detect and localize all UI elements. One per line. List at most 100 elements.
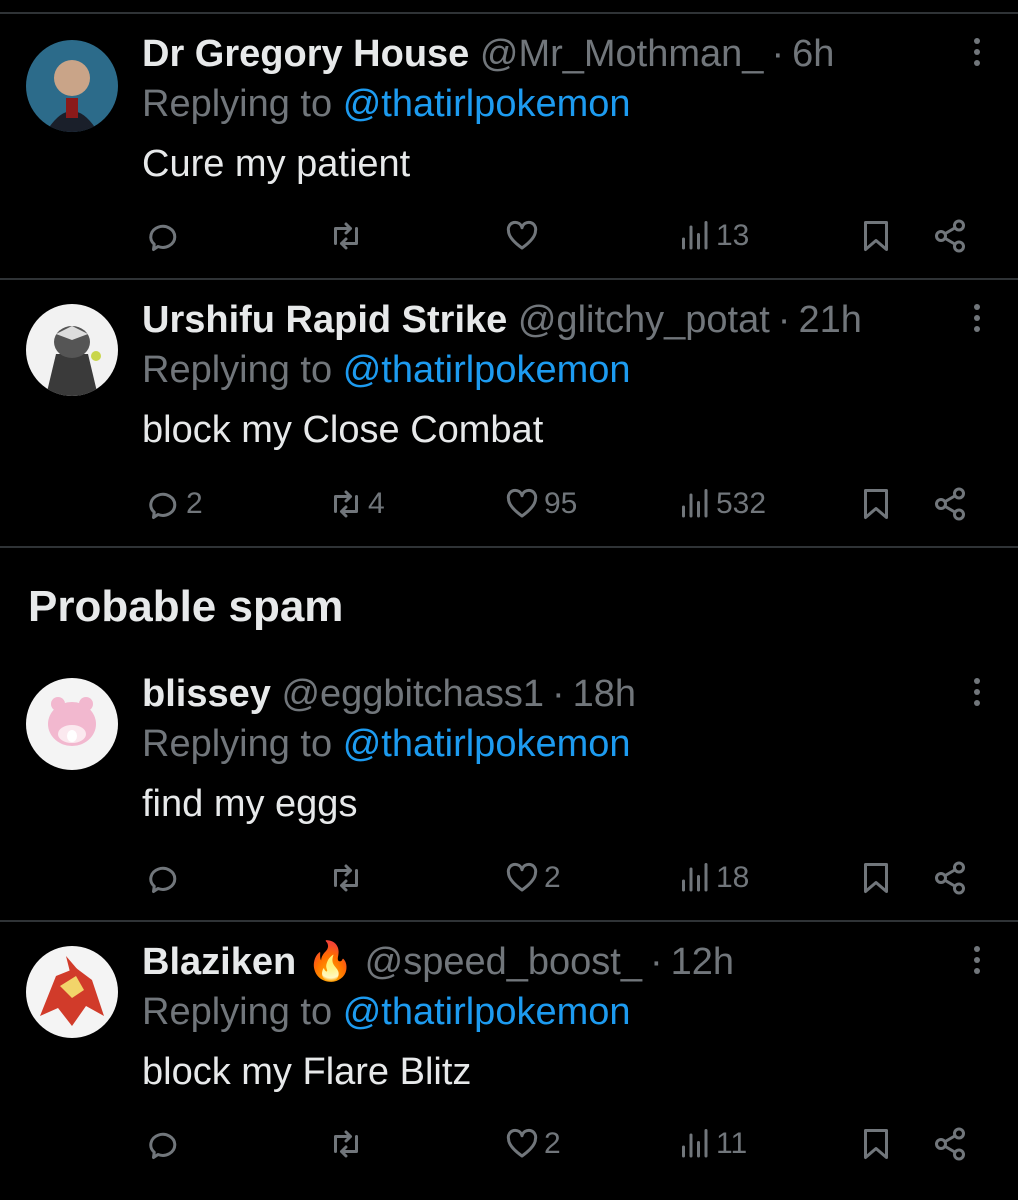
timestamp[interactable]: 18h xyxy=(573,673,636,715)
bookmark-button[interactable] xyxy=(858,1122,894,1166)
views-count: 11 xyxy=(716,1127,748,1160)
like-button[interactable]: 2 xyxy=(504,1122,561,1166)
share-button[interactable] xyxy=(932,1122,968,1166)
replying-label: Replying to xyxy=(142,83,333,125)
tweet-text: block my Close Combat xyxy=(142,409,544,451)
bookmark-icon xyxy=(864,863,888,893)
separator: · xyxy=(771,33,785,75)
top-divider xyxy=(0,12,1018,14)
reply-count: 2 xyxy=(186,487,203,520)
like-icon xyxy=(506,488,538,518)
reply-button[interactable] xyxy=(146,214,186,258)
replying-to: Replying to @thatirlpokemon xyxy=(142,988,631,1036)
share-icon xyxy=(935,861,965,895)
reply-icon xyxy=(149,1132,177,1159)
user-handle[interactable]: @glitchy_potat xyxy=(518,299,770,341)
replying-to: Replying to @thatirlpokemon xyxy=(142,80,631,128)
tweet-header: blissey @eggbitchass1 · 18h xyxy=(142,670,636,718)
retweet-button[interactable]: 4 xyxy=(328,482,385,526)
tweet-header: Urshifu Rapid Strike @glitchy_potat · 21h xyxy=(142,296,862,344)
bookmark-icon xyxy=(864,1129,888,1159)
retweet-icon xyxy=(334,1130,358,1158)
share-icon xyxy=(935,487,965,521)
user-handle[interactable]: @eggbitchass1 xyxy=(281,673,544,715)
views-count: 13 xyxy=(716,219,750,252)
avatar[interactable] xyxy=(26,40,118,132)
share-button[interactable] xyxy=(932,482,968,526)
retweet-button[interactable] xyxy=(328,856,368,900)
tweet-divider xyxy=(0,920,1018,922)
views-button[interactable]: 18 xyxy=(676,856,749,900)
views-icon xyxy=(682,489,708,518)
mention-link[interactable]: @thatirlpokemon xyxy=(343,83,631,125)
views-button[interactable]: 13 xyxy=(676,214,749,258)
reply-button[interactable] xyxy=(146,856,186,900)
tweet-text: Cure my patient xyxy=(142,143,411,185)
reply-button[interactable] xyxy=(146,1122,186,1166)
section-title: Probable spam xyxy=(28,582,344,631)
avatar[interactable] xyxy=(26,946,118,1038)
tweet-actions: 2 4 95 532 xyxy=(0,482,1018,526)
like-icon xyxy=(506,1128,538,1158)
like-count: 95 xyxy=(544,487,578,520)
more-icon[interactable] xyxy=(972,304,982,336)
bookmark-icon xyxy=(864,489,888,519)
bookmark-button[interactable] xyxy=(858,482,894,526)
tweet-divider xyxy=(0,278,1018,280)
mention-link[interactable]: @thatirlpokemon xyxy=(343,991,631,1033)
views-button[interactable]: 11 xyxy=(676,1122,747,1166)
more-icon[interactable] xyxy=(972,678,982,710)
retweet-count: 4 xyxy=(368,487,385,520)
reply-icon xyxy=(149,492,177,519)
bookmark-icon xyxy=(864,221,888,251)
tweet-header: Blaziken 🔥 @speed_boost_ · 12h xyxy=(142,938,734,986)
tweet-text: block my Flare Blitz xyxy=(142,1051,472,1093)
share-icon xyxy=(935,1127,965,1161)
views-icon xyxy=(682,221,708,250)
views-button[interactable]: 532 xyxy=(676,482,766,526)
mention-link[interactable]: @thatirlpokemon xyxy=(343,723,631,765)
replying-label: Replying to xyxy=(142,349,333,391)
retweet-icon xyxy=(334,864,358,892)
share-button[interactable] xyxy=(932,856,968,900)
display-name[interactable]: Dr Gregory House xyxy=(142,33,469,75)
like-button[interactable]: 2 xyxy=(504,856,561,900)
bookmark-button[interactable] xyxy=(858,856,894,900)
like-count: 2 xyxy=(544,861,561,894)
avatar[interactable] xyxy=(26,678,118,770)
like-button[interactable] xyxy=(504,214,544,258)
display-name[interactable]: blissey xyxy=(142,673,271,715)
display-name[interactable]: Blaziken xyxy=(142,941,296,983)
timestamp[interactable]: 21h xyxy=(798,299,861,341)
tweet-text: find my eggs xyxy=(142,783,358,825)
share-button[interactable] xyxy=(932,214,968,258)
retweet-button[interactable] xyxy=(328,1122,368,1166)
retweet-icon xyxy=(334,490,358,518)
replying-label: Replying to xyxy=(142,723,333,765)
mention-link[interactable]: @thatirlpokemon xyxy=(343,349,631,391)
like-button[interactable]: 95 xyxy=(504,482,577,526)
reply-button[interactable]: 2 xyxy=(146,482,203,526)
retweet-button[interactable] xyxy=(328,214,368,258)
avatar[interactable] xyxy=(26,304,118,396)
tweet-header: Dr Gregory House @Mr_Mothman_ · 6h xyxy=(142,30,834,78)
like-count: 2 xyxy=(544,1127,561,1160)
user-handle[interactable]: @Mr_Mothman_ xyxy=(480,33,764,75)
section-divider xyxy=(0,546,1018,548)
fire-emoji: 🔥 xyxy=(306,941,355,983)
separator: · xyxy=(649,941,663,983)
views-count: 532 xyxy=(716,487,767,520)
user-handle[interactable]: @speed_boost_ xyxy=(365,941,642,983)
display-name[interactable]: Urshifu Rapid Strike xyxy=(142,299,507,341)
bookmark-button[interactable] xyxy=(858,214,894,258)
tweet-actions: 2 18 xyxy=(0,856,1018,900)
retweet-icon xyxy=(334,222,358,250)
replying-to: Replying to @thatirlpokemon xyxy=(142,720,631,768)
more-icon[interactable] xyxy=(972,946,982,978)
replying-label: Replying to xyxy=(142,991,333,1033)
timestamp[interactable]: 12h xyxy=(671,941,734,983)
views-count: 18 xyxy=(716,861,750,894)
tweet-actions: 2 11 xyxy=(0,1122,1018,1166)
more-icon[interactable] xyxy=(972,38,982,70)
timestamp[interactable]: 6h xyxy=(792,33,834,75)
